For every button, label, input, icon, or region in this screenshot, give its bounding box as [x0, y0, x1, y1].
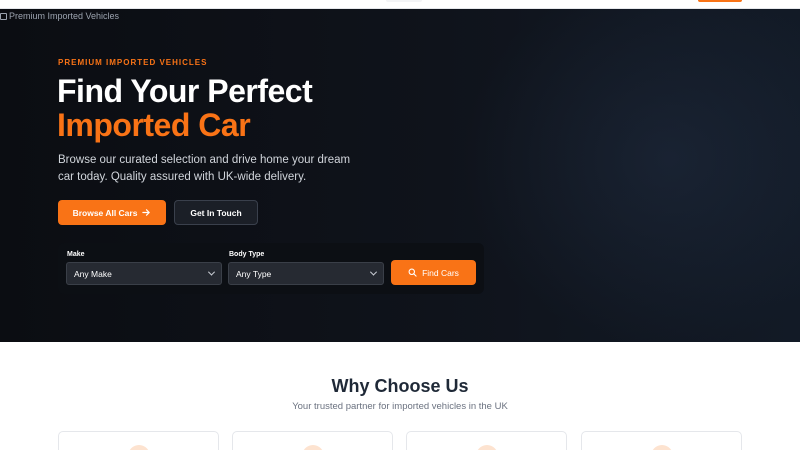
feature-card: [58, 431, 219, 450]
feature-card: [232, 431, 393, 450]
hero-image-placeholder: Premium Imported Vehicles: [0, 11, 119, 21]
hero-image-alt-text: Premium Imported Vehicles: [9, 11, 120, 21]
hero-subtitle: Browse our curated selection and drive h…: [58, 154, 351, 183]
make-label: Make: [67, 251, 85, 258]
why-choose-us-title: Why Choose Us: [331, 376, 469, 396]
site-header: [0, 0, 800, 9]
chevron-down-icon: [369, 268, 378, 276]
chevron-down-icon: [207, 268, 216, 276]
feature-icon: [128, 445, 150, 450]
hero-title: Find Your Perfect: [57, 73, 313, 109]
find-cars-label: Find Cars: [422, 267, 459, 278]
feature-icon: [651, 445, 673, 450]
hero-title-highlight: Imported Car: [57, 107, 251, 143]
body-type-select[interactable]: Any Type: [228, 262, 384, 285]
feature-card: [581, 431, 742, 450]
make-select-value: Any Make: [74, 268, 112, 279]
browse-all-cars-label: Browse All Cars: [72, 207, 138, 218]
nav-link[interactable]: [386, 0, 422, 2]
body-type-label: Body Type: [229, 251, 265, 258]
feature-icon: [476, 445, 498, 450]
car-search-panel: Make Any Make Body Type Any Type Find Ca…: [58, 243, 484, 294]
hero-eyebrow: PREMIUM IMPORTED VEHICLES: [58, 58, 208, 67]
hero-section: Premium Imported Vehicles PREMIUM IMPORT…: [0, 9, 800, 342]
get-in-touch-button[interactable]: Get In Touch: [174, 200, 258, 225]
browse-all-cars-button[interactable]: Browse All Cars: [58, 200, 166, 225]
feature-icon: [302, 445, 324, 450]
hero-background: [460, 9, 800, 342]
make-select[interactable]: Any Make: [66, 262, 222, 285]
search-icon: [408, 268, 417, 277]
header-cta-button[interactable]: [698, 0, 742, 2]
body-type-select-value: Any Type: [236, 268, 272, 279]
find-cars-button[interactable]: Find Cars: [391, 260, 476, 285]
feature-card: [406, 431, 567, 450]
arrow-right-icon: [142, 209, 151, 216]
why-choose-us-subtitle: Your trusted partner for imported vehicl…: [292, 401, 508, 412]
broken-image-icon: [0, 12, 7, 20]
